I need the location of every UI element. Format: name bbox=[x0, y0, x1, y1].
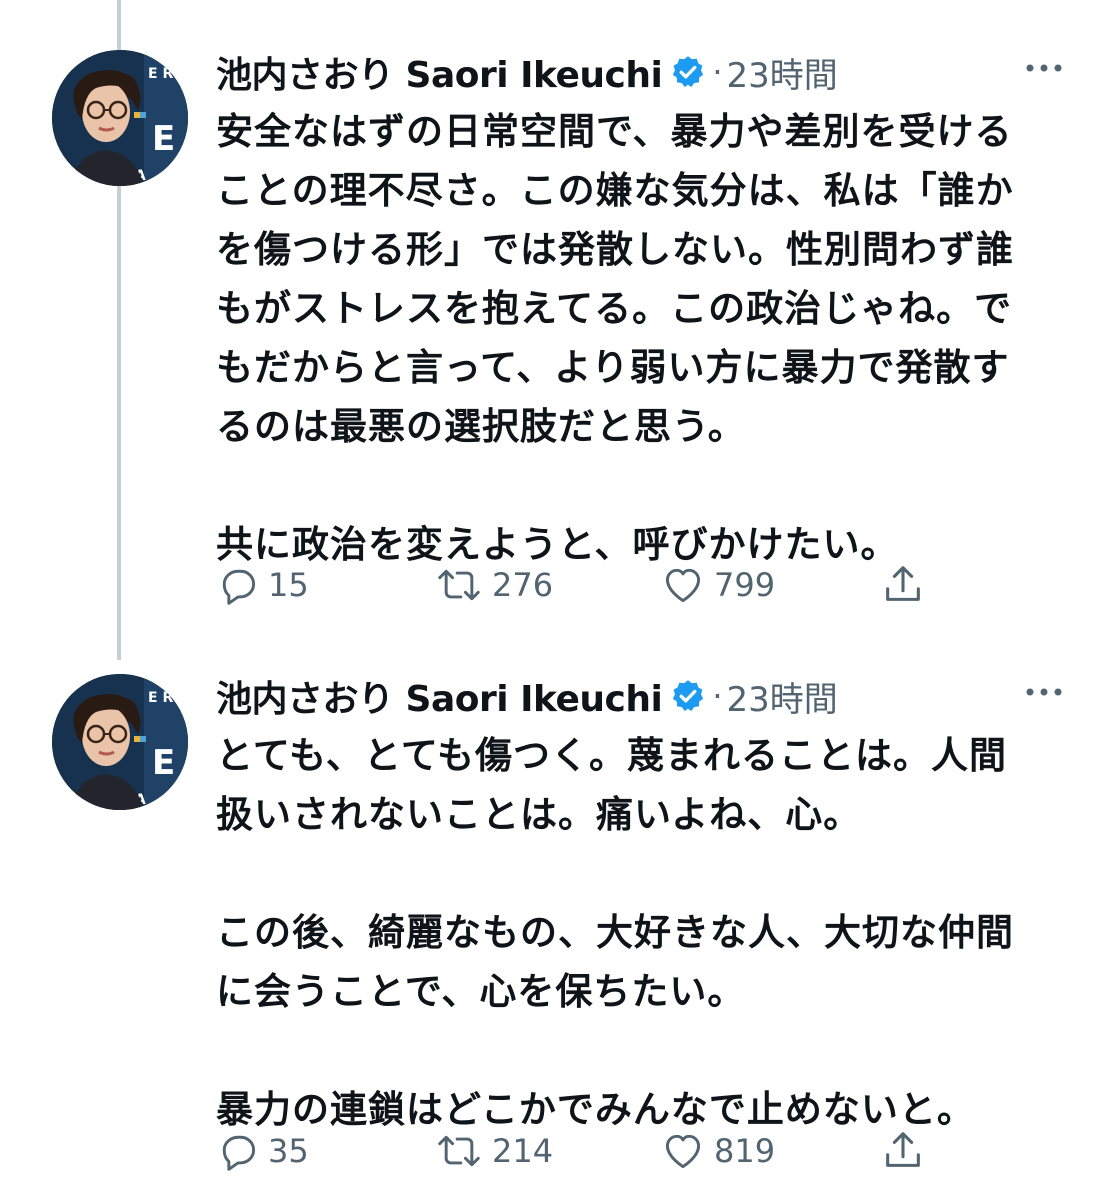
share-button[interactable] bbox=[880, 560, 926, 610]
reply-icon bbox=[222, 1135, 256, 1171]
avatar[interactable]: E R E QUA bbox=[52, 50, 188, 186]
like-count: 799 bbox=[714, 566, 776, 604]
tweet-text-line: もだからと言って、より弱い方に暴力で発散す bbox=[216, 346, 1010, 389]
reply-icon bbox=[222, 569, 256, 605]
retweet-button[interactable]: 276 bbox=[434, 560, 553, 610]
svg-text:E: E bbox=[152, 743, 175, 783]
tweet-text-line: この後、綺麗なもの、大好きな人、大切な仲間 bbox=[216, 911, 1014, 954]
tweet-actions: 15 276 799 bbox=[216, 560, 936, 610]
heart-icon bbox=[665, 568, 701, 603]
tweet-text-line: 扱いされないことは。痛いよね、心。 bbox=[216, 793, 862, 836]
tweet-text-line: に会うことで、心を保ちたい。 bbox=[216, 970, 746, 1013]
avatar[interactable]: E R E QUA bbox=[52, 674, 188, 810]
tweet-text: とても、とても傷つく。蔑まれることは。人間 扱いされないことは。痛いよね、心。 … bbox=[216, 726, 1076, 1139]
tweet-text-line: るのは最悪の選択肢だと思う。 bbox=[216, 405, 746, 448]
retweet-icon bbox=[438, 1135, 480, 1167]
share-button[interactable] bbox=[880, 1126, 926, 1176]
share-icon bbox=[886, 566, 920, 601]
like-button[interactable]: 799 bbox=[660, 560, 775, 610]
tweet-actions: 35 214 819 bbox=[216, 1126, 936, 1176]
avatar-photo: E R E QUA bbox=[52, 50, 188, 186]
share-icon bbox=[886, 1132, 920, 1167]
tweet-text-line: とても、とても傷つく。蔑まれることは。人間 bbox=[216, 734, 1007, 777]
author-name[interactable]: 池内さおり Saori Ikeuchi bbox=[216, 670, 663, 722]
separator-dot: · bbox=[712, 53, 723, 91]
tweet-text: 安全なはずの日常空間で、暴力や差別を受ける ことの理不尽さ。この嫌な気分は、私は… bbox=[216, 102, 1076, 574]
reply-button[interactable]: 15 bbox=[216, 560, 309, 610]
tweet-text-line: 安全なはずの日常空間で、暴力や差別を受ける bbox=[216, 110, 1013, 153]
verified-badge-icon bbox=[673, 680, 704, 711]
heart-icon bbox=[665, 1134, 701, 1169]
tweet-header: 池内さおり Saori Ikeuchi · 23時間 bbox=[216, 668, 838, 724]
retweet-button[interactable]: 214 bbox=[434, 1126, 553, 1176]
timestamp[interactable]: 23時間 bbox=[727, 672, 838, 721]
svg-text:E R: E R bbox=[148, 690, 173, 706]
timestamp[interactable]: 23時間 bbox=[727, 48, 838, 97]
svg-text:E: E bbox=[152, 119, 175, 159]
verified-badge-icon bbox=[673, 56, 704, 87]
author-name[interactable]: 池内さおり Saori Ikeuchi bbox=[216, 46, 663, 98]
tweet-text-line: ことの理不尽さ。この嫌な気分は、私は「誰か bbox=[216, 169, 1014, 212]
svg-text:E R: E R bbox=[148, 66, 173, 82]
reply-count: 15 bbox=[268, 566, 309, 604]
reply-count: 35 bbox=[268, 1132, 309, 1170]
retweet-count: 276 bbox=[492, 566, 554, 604]
avatar-photo: E R E QUA bbox=[52, 674, 188, 810]
more-dots-icon[interactable] bbox=[1024, 682, 1064, 702]
retweet-icon bbox=[438, 569, 480, 601]
reply-button[interactable]: 35 bbox=[216, 1126, 309, 1176]
like-count: 819 bbox=[714, 1132, 776, 1170]
tweet-header: 池内さおり Saori Ikeuchi · 23時間 bbox=[216, 44, 838, 100]
more-dots-icon[interactable] bbox=[1024, 58, 1064, 78]
tweet-text-line: もがストレスを抱えてる。この政治じゃね。で bbox=[216, 287, 1013, 330]
tweet-text-line: を傷つける形」では発散しない。性別問わず誰 bbox=[216, 228, 1014, 271]
like-button[interactable]: 819 bbox=[660, 1126, 775, 1176]
retweet-count: 214 bbox=[492, 1132, 554, 1170]
separator-dot: · bbox=[712, 677, 723, 715]
